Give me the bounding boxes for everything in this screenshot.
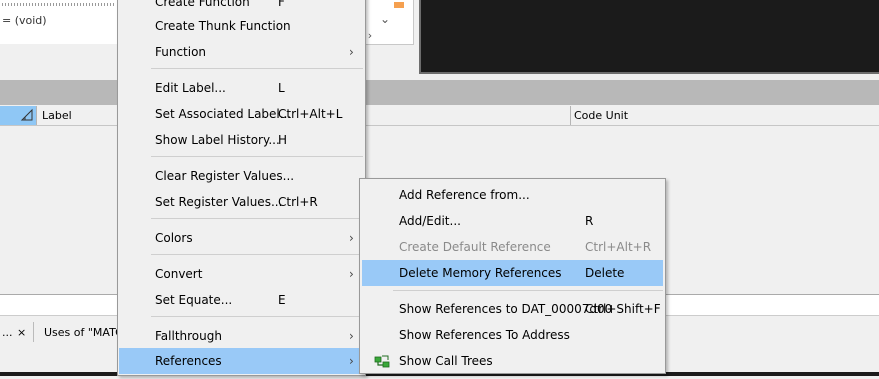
menu-item-show-call-trees[interactable]: Show Call Trees xyxy=(362,348,663,374)
listing-separator xyxy=(2,3,114,6)
listing-code-line: = (void) xyxy=(2,14,47,27)
call-tree-icon xyxy=(374,353,390,369)
menu-item-edit-label[interactable]: Edit Label... L xyxy=(118,75,365,101)
tab-divider xyxy=(33,322,34,342)
sort-icon[interactable] xyxy=(20,108,34,122)
menu-item-label: Show References To Address xyxy=(399,328,570,342)
menu-item-label: Function xyxy=(155,45,207,59)
menu-item-accelerator: Ctrl+Alt+L xyxy=(278,107,343,121)
menu-item-add-reference-from[interactable]: Add Reference from... xyxy=(362,182,663,208)
menu-item-references[interactable]: References › xyxy=(119,348,363,374)
menu-separator xyxy=(151,316,363,317)
menu-item-accelerator: H xyxy=(278,133,288,147)
tab-previous[interactable]: ... xyxy=(0,322,32,344)
menu-item-label: Add Reference from... xyxy=(399,188,530,202)
menu-item-delete-memory-references[interactable]: Delete Memory References Delete xyxy=(362,260,663,286)
column-header-label[interactable]: Label xyxy=(42,109,72,122)
menu-item-show-references-to-address[interactable]: Show References To Address xyxy=(362,322,663,348)
menu-item-accelerator: R xyxy=(585,214,594,228)
menu-item-function[interactable]: Function › xyxy=(118,39,365,65)
scroll-right-icon[interactable]: › xyxy=(365,28,375,44)
menu-separator xyxy=(151,68,363,69)
menu-item-add-edit[interactable]: Add/Edit... R xyxy=(362,208,663,234)
column-header-code-unit[interactable]: Code Unit xyxy=(574,109,628,122)
menu-item-label: Create Default Reference xyxy=(399,240,551,254)
menu-separator xyxy=(151,254,363,255)
menu-item-label: Set Register Values... xyxy=(155,195,283,209)
menu-item-colors[interactable]: Colors › xyxy=(118,225,365,251)
menu-item-label: Set Associated Label... xyxy=(155,107,292,121)
menu-item-accelerator: Ctrl+Shift+F xyxy=(585,302,661,316)
scroll-down-icon[interactable]: ⌄ xyxy=(374,8,396,30)
menu-item-accelerator: E xyxy=(278,293,286,307)
menu-item-label: Set Equate... xyxy=(155,293,233,307)
menu-item-label: Create Thunk Function xyxy=(155,19,291,33)
menu-item-label: Colors xyxy=(155,231,193,245)
tab-uses-of[interactable]: Uses of "MATC xyxy=(44,322,123,344)
menu-separator xyxy=(151,156,363,157)
menu-item-label: Clear Register Values... xyxy=(155,169,295,183)
menu-item-label: Show Label History... xyxy=(155,133,280,147)
menu-item-clear-register-values[interactable]: Clear Register Values... xyxy=(118,163,365,189)
listing-panel[interactable]: = (void) xyxy=(0,0,117,45)
menu-item-accelerator: Delete xyxy=(585,266,625,280)
menu-item-set-register-values[interactable]: Set Register Values... Ctrl+R xyxy=(118,189,365,215)
references-submenu: Add Reference from... Add/Edit... R Crea… xyxy=(359,178,666,374)
submenu-arrow-icon: › xyxy=(349,45,354,59)
menu-item-accelerator: L xyxy=(278,81,285,95)
menu-separator xyxy=(393,290,663,291)
submenu-arrow-icon: › xyxy=(349,267,354,281)
menu-item-label: Show References to DAT_00007d00 xyxy=(399,302,613,316)
submenu-arrow-icon: › xyxy=(349,231,354,245)
context-menu: Create Function F Create Thunk Function … xyxy=(117,0,366,376)
marker-icon xyxy=(394,2,404,8)
menu-item-label: Edit Label... xyxy=(155,81,226,95)
menu-item-accelerator: Ctrl+R xyxy=(278,195,318,209)
menu-item-set-associated-label[interactable]: Set Associated Label... Ctrl+Alt+L xyxy=(118,101,365,127)
menu-item-show-references-to-dat[interactable]: Show References to DAT_00007d00 Ctrl+Shi… xyxy=(362,296,663,322)
tab-close-icon[interactable]: × xyxy=(17,322,26,344)
menu-item-fallthrough[interactable]: Fallthrough › xyxy=(118,323,365,349)
menu-separator xyxy=(151,218,363,219)
menu-item-label: Add/Edit... xyxy=(399,214,461,228)
submenu-arrow-icon: › xyxy=(349,354,354,368)
column-divider[interactable] xyxy=(36,106,37,125)
menu-item-convert[interactable]: Convert › xyxy=(118,261,365,287)
submenu-arrow-icon: › xyxy=(349,329,354,343)
menu-item-label: References xyxy=(155,354,222,368)
menu-item-label: Delete Memory References xyxy=(399,266,562,280)
menu-item-create-default-reference[interactable]: Create Default Reference Ctrl+Alt+R xyxy=(362,234,663,260)
menu-item-show-label-history[interactable]: Show Label History... H xyxy=(118,127,365,153)
menu-item-label: Convert xyxy=(155,267,203,281)
menu-item-create-thunk-function[interactable]: Create Thunk Function xyxy=(118,13,365,39)
menu-item-label: Show Call Trees xyxy=(399,354,493,368)
column-divider[interactable] xyxy=(570,106,571,125)
console-panel[interactable] xyxy=(419,0,879,74)
listing-footer xyxy=(0,44,117,74)
menu-item-set-equate[interactable]: Set Equate... E xyxy=(118,287,365,313)
menu-item-label: Fallthrough xyxy=(155,329,222,343)
menu-item-accelerator: Ctrl+Alt+R xyxy=(585,240,652,254)
